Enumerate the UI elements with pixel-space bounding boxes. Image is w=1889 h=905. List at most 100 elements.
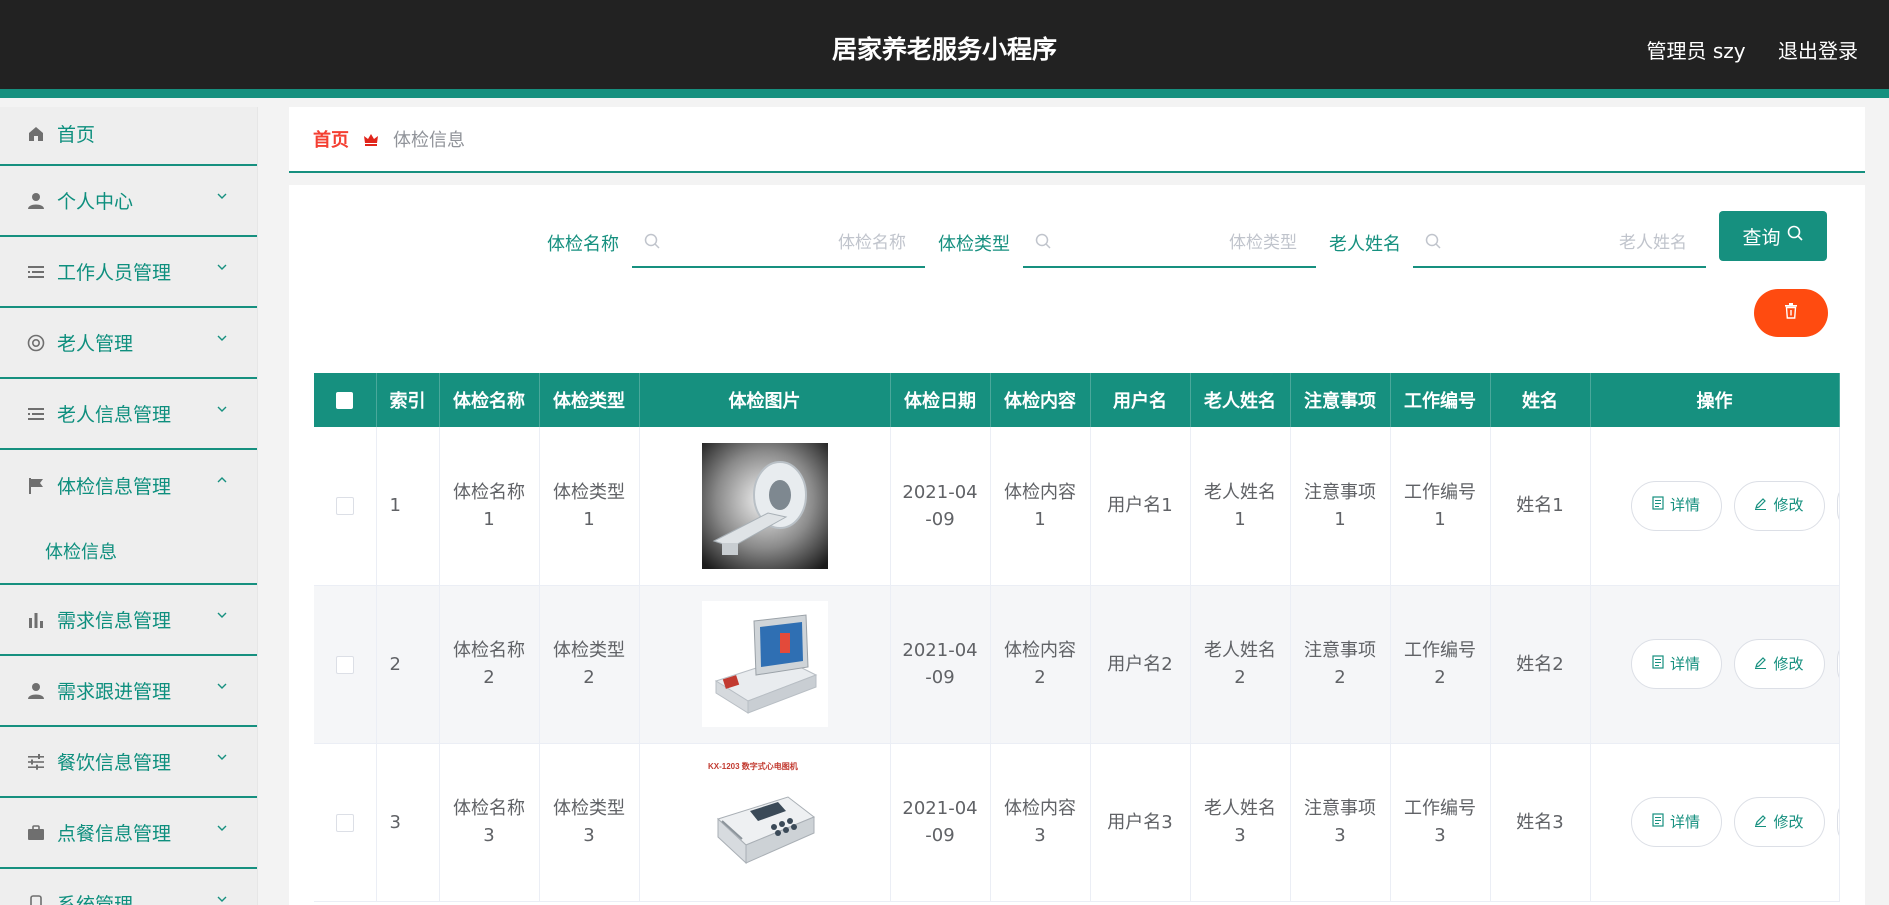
- lifebuoy-icon: [26, 333, 46, 353]
- search-input-checkup-type[interactable]: [1023, 218, 1316, 268]
- sidebar-subitem-checkup-info[interactable]: 体检信息: [0, 518, 257, 583]
- edit-button[interactable]: 修改: [1733, 480, 1825, 531]
- checkup-type-field[interactable]: [1063, 228, 1297, 258]
- admin-label[interactable]: 管理员 szy: [1647, 39, 1746, 63]
- sidebar-item-label: 需求信息管理: [57, 610, 172, 632]
- chevron-down-icon: [214, 607, 230, 623]
- column-header[interactable]: 索引: [376, 373, 440, 427]
- edit-button[interactable]: 修改: [1733, 797, 1825, 847]
- row-checkbox[interactable]: [335, 497, 354, 516]
- user-area: 管理员 szy 退出登录: [1621, 35, 1858, 64]
- cell-name: 体检名称1: [439, 427, 540, 586]
- sidebar-item-followup[interactable]: 需求跟进管理: [0, 656, 257, 727]
- document-icon: [1652, 492, 1664, 519]
- cell-username: 用户名1: [1090, 427, 1191, 586]
- chevron-up-icon: [214, 472, 230, 488]
- sidebar-item-checkup[interactable]: 体检信息管理: [0, 450, 257, 521]
- elder-name-field[interactable]: [1453, 228, 1687, 258]
- column-header[interactable]: 体检日期: [890, 373, 991, 427]
- list-icon: [26, 262, 46, 282]
- sidebar-item-staff[interactable]: 工作人员管理: [0, 237, 257, 308]
- chevron-down-icon: [214, 891, 230, 905]
- column-header: 操作: [1590, 373, 1840, 427]
- edit-button-label: 修改: [1773, 812, 1804, 831]
- ecg-machine-image[interactable]: KX-1203 数字式心电图机: [701, 759, 828, 885]
- edit-button[interactable]: 修改: [1733, 639, 1825, 689]
- analyzer-device-image[interactable]: [701, 601, 828, 727]
- column-header[interactable]: 体检内容: [990, 373, 1091, 427]
- cell-image: KX-1203 数字式心电图机: [639, 743, 891, 902]
- chevron-down-icon: [214, 188, 230, 204]
- column-header[interactable]: 工作编号: [1390, 373, 1491, 427]
- cell-person-name: 姓名3: [1490, 743, 1591, 902]
- query-button[interactable]: 查询: [1719, 211, 1827, 261]
- cell-notes: 注意事项3: [1290, 743, 1391, 902]
- checkup-name-field[interactable]: [672, 228, 906, 258]
- bar-chart-icon: [26, 610, 46, 630]
- column-header[interactable]: 用户名: [1090, 373, 1191, 427]
- cell-index: 2: [376, 585, 440, 744]
- sidebar-item-catering[interactable]: 餐饮信息管理: [0, 727, 257, 798]
- select-all-checkbox[interactable]: [336, 392, 354, 409]
- table-row[interactable]: 1 体检名称1 体检类型1 2021-04-09 体检内容1 用户名1 老人姓名…: [314, 427, 1840, 586]
- row-select-cell: [314, 585, 377, 744]
- cell-username: 用户名2: [1090, 585, 1191, 744]
- sidebar-item-label: 个人中心: [57, 191, 134, 213]
- cell-index: 1: [376, 427, 440, 586]
- detail-button[interactable]: 详情: [1630, 639, 1722, 689]
- sidebar-item-label: 点餐信息管理: [57, 823, 172, 845]
- sidebar-item-personal-center[interactable]: 个人中心: [0, 166, 257, 237]
- breadcrumb-home[interactable]: 首页: [313, 126, 349, 152]
- more-action-button[interactable]: [1836, 639, 1839, 689]
- cell-index: 3: [376, 743, 440, 902]
- chevron-down-icon: [214, 678, 230, 694]
- select-all-cell: [314, 373, 377, 427]
- app-title: 居家养老服务小程序: [831, 35, 1057, 64]
- search-input-checkup-name[interactable]: [632, 218, 925, 268]
- more-action-button[interactable]: [1836, 480, 1839, 531]
- edit-button-label: 修改: [1773, 654, 1804, 673]
- sidebar-item-label: 体检信息管理: [57, 476, 172, 498]
- sidebar-item-label: 系统管理: [57, 894, 134, 905]
- sidebar-item-orders[interactable]: 点餐信息管理: [0, 798, 257, 869]
- sidebar-item-demand[interactable]: 需求信息管理: [0, 585, 257, 656]
- detail-button[interactable]: 详情: [1630, 797, 1722, 847]
- sidebar-item-elder-info[interactable]: 老人信息管理: [0, 379, 257, 450]
- search-input-elder-name[interactable]: [1413, 218, 1706, 268]
- sidebar-item-home[interactable]: 首页: [0, 107, 257, 166]
- search-icon: [1425, 233, 1442, 254]
- table-row[interactable]: 2 体检名称2 体检类型2 2021-04-09 体检内容2 用户名2 老人姓名…: [314, 585, 1840, 744]
- main-area: 首页 体检信息 体检名称 体检类型 老人姓名 查询: [289, 107, 1865, 905]
- cell-content: 体检内容2: [990, 585, 1091, 744]
- cell-elder-name: 老人姓名3: [1190, 743, 1291, 902]
- cell-type: 体检类型1: [539, 427, 640, 586]
- cell-elder-name: 老人姓名1: [1190, 427, 1291, 586]
- ct-scanner-image[interactable]: [701, 442, 828, 569]
- briefcase-icon: [26, 823, 46, 843]
- column-header[interactable]: 注意事项: [1290, 373, 1391, 427]
- sidebar-item-elders[interactable]: 老人管理: [0, 308, 257, 379]
- delete-button[interactable]: [1754, 289, 1828, 337]
- column-header[interactable]: 姓名: [1490, 373, 1591, 427]
- pencil-icon: [1754, 809, 1767, 836]
- column-header[interactable]: 体检类型: [539, 373, 640, 427]
- sidebar-item-system[interactable]: 系统管理: [0, 869, 257, 905]
- date-text: 2021-04-09: [902, 798, 978, 846]
- query-button-label: 查询: [1742, 226, 1781, 249]
- cell-actions: 详情 修改: [1590, 743, 1840, 902]
- column-header[interactable]: 体检图片: [639, 373, 891, 427]
- row-checkbox[interactable]: [335, 813, 354, 832]
- top-bar: 居家养老服务小程序 管理员 szy 退出登录: [0, 0, 1889, 98]
- row-actions: 详情 修改: [1591, 744, 1839, 901]
- row-checkbox[interactable]: [335, 655, 354, 674]
- column-header[interactable]: 体检名称: [439, 373, 540, 427]
- column-header[interactable]: 老人姓名: [1190, 373, 1291, 427]
- cell-content: 体检内容3: [990, 743, 1091, 902]
- more-action-button[interactable]: [1836, 797, 1839, 847]
- logout-button[interactable]: 退出登录: [1778, 39, 1858, 63]
- cell-person-name: 姓名2: [1490, 585, 1591, 744]
- table-row[interactable]: 3 体检名称3 体检类型3 KX-1203 数字式心电图机 2021-04-09…: [314, 743, 1840, 902]
- detail-button[interactable]: 详情: [1630, 480, 1722, 531]
- table-header-row: 索引 体检名称 体检类型 体检图片 体检日期 体检内容 用户名 老人姓名 注意事…: [314, 373, 1840, 427]
- cell-actions: 详情 修改: [1590, 427, 1840, 586]
